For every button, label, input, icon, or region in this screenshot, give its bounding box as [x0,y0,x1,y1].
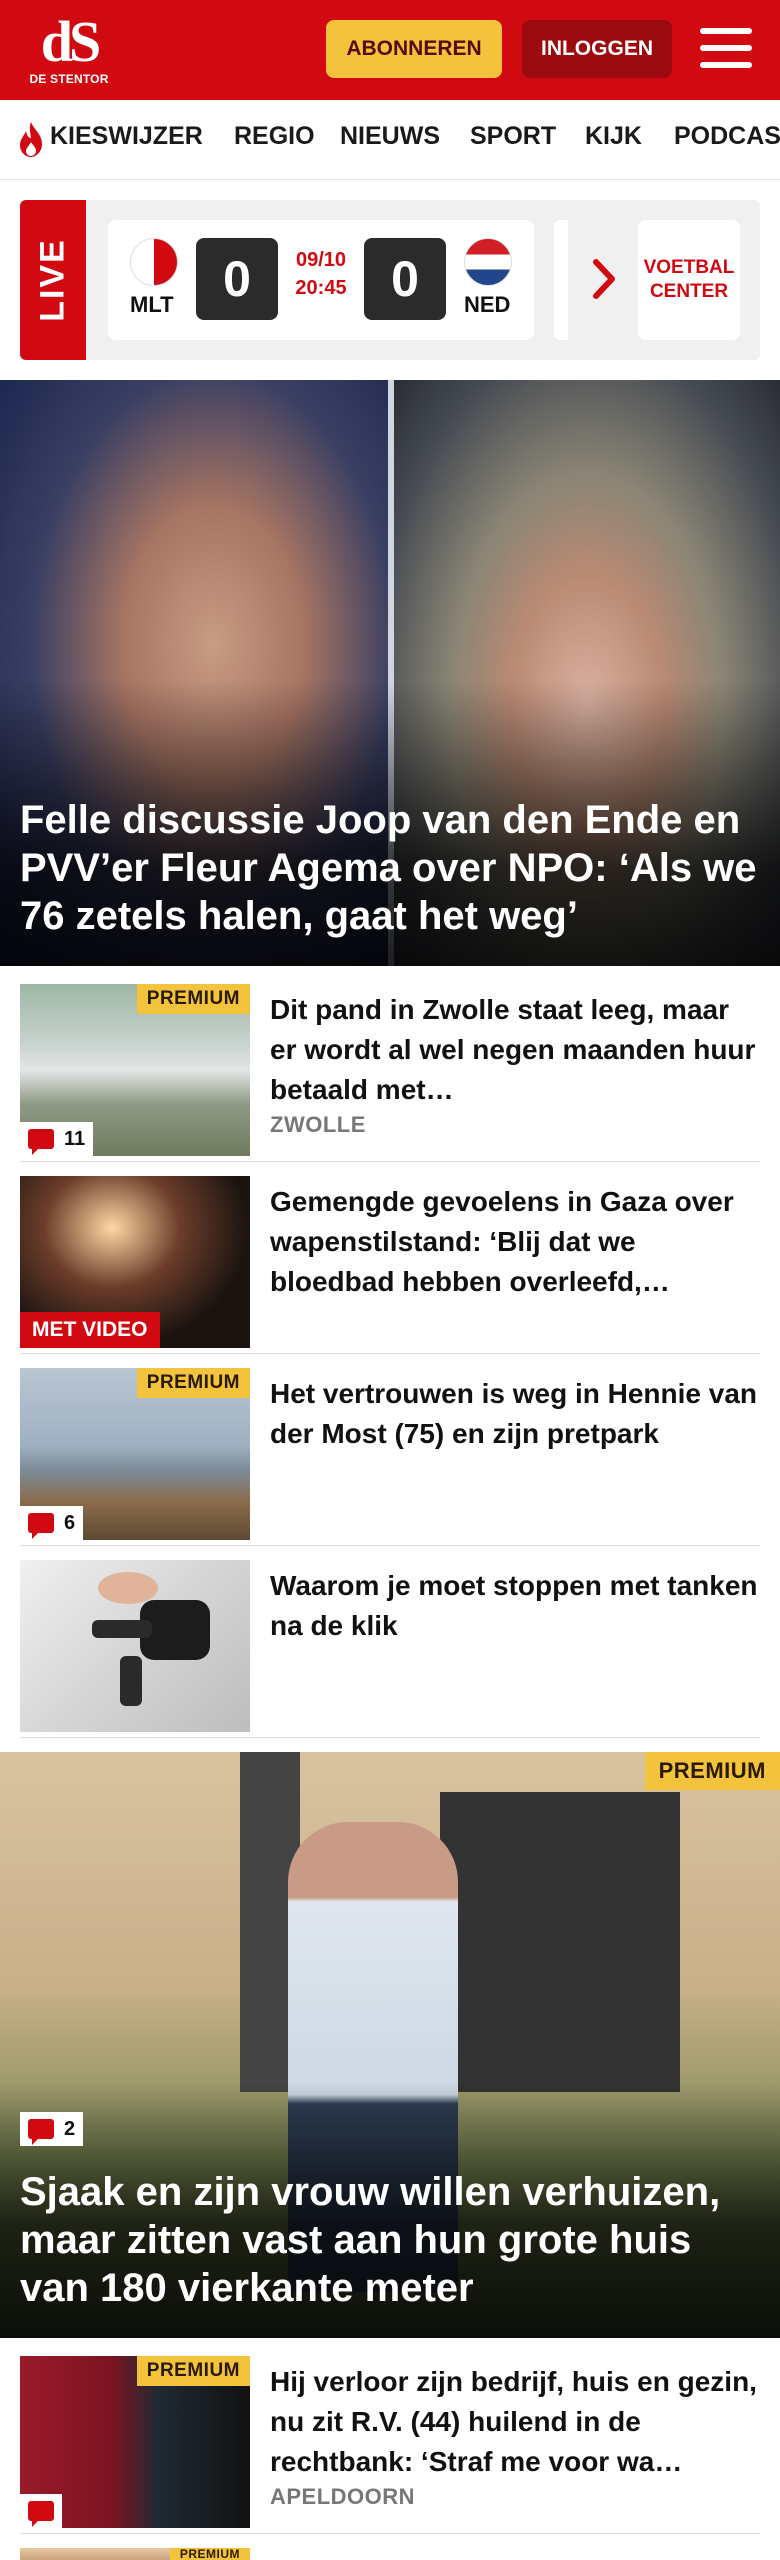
article-thumbnail[interactable] [20,1560,250,1732]
article-title[interactable]: Gemengde gevoelens in Gaza over wapensti… [270,1182,758,1302]
voetbal-center-button[interactable]: VOETBAL CENTER [638,220,740,340]
feature-title[interactable]: Sjaak en zijn vrouw willen verhuizen, ma… [20,2168,760,2312]
next-match-card[interactable] [554,220,568,340]
comment-count-value: 2 [64,2117,76,2140]
nav-item-kieswijzer[interactable]: KIESWIJZER [50,122,203,151]
feature-article[interactable]: PREMIUM 2 Sjaak en zijn vrouw willen ver… [0,1752,780,2338]
article-title[interactable]: Waarom je moet stoppen met tanken na de … [270,1566,758,1646]
comment-count[interactable]: 2 [20,2112,84,2146]
nav-item-sport[interactable]: SPORT [470,122,556,151]
list-item[interactable]: MET VIDEO Gemengde gevoelens in Gaza ove… [20,1176,760,1354]
premium-badge: PREMIUM [644,1752,780,1790]
comment-icon [28,1513,54,1539]
comment-count-value: 6 [64,1511,76,1534]
hero-article[interactable]: Felle discussie Joop van den Ende en PVV… [0,380,780,966]
list-item[interactable]: PREMIUM Hij verloor zijn bedrijf, huis e… [20,2356,760,2534]
premium-badge: PREMIUM [136,2356,250,2386]
login-button[interactable]: INLOGGEN [522,20,672,78]
away-score: 0 [364,238,446,320]
nav-item-nieuws[interactable]: NIEUWS [340,122,440,151]
home-team-code: MLT [130,292,174,317]
site-logo[interactable]: dS DE STENTOR [28,12,110,92]
malta-flag-icon [130,238,178,286]
hero-title[interactable]: Felle discussie Joop van den Ende en PVV… [20,796,760,940]
article-thumbnail[interactable]: PREMIUM 6 [20,1368,250,1540]
flame-icon [20,122,42,157]
list-item[interactable]: PREMIUM 6 Het vertrouwen is weg in Henni… [20,1368,760,1546]
subscribe-button[interactable]: ABONNEREN [326,20,502,78]
menu-icon[interactable] [700,24,752,72]
chevron-right-icon[interactable] [590,254,620,304]
match-card[interactable]: MLT 0 09/10 20:45 0 NED [108,220,534,340]
fuel-nozzle-icon [92,1572,210,1706]
comment-count-value: 11 [64,1127,86,1150]
comment-count[interactable]: 11 [20,1122,94,1156]
nav-item-podcasts[interactable]: PODCAS [674,122,780,151]
premium-badge: PREMIUM [136,1368,250,1398]
logo-subtitle: DE STENTOR [29,72,109,86]
list-item[interactable]: PREMIUM [20,2548,760,2560]
voetbal-center-line2: CENTER [649,281,729,302]
netherlands-flag-icon [464,238,512,286]
comment-count[interactable] [20,2494,62,2528]
premium-badge: PREMIUM [136,984,250,1014]
list-item[interactable]: PREMIUM 11 Dit pand in Zwolle staat leeg… [20,984,760,1162]
article-title[interactable]: Dit pand in Zwolle staat leeg, maar er w… [270,990,758,1110]
match-date: 09/10 [295,249,347,271]
live-label: LIVE [33,238,72,322]
article-thumbnail[interactable]: PREMIUM 11 [20,984,250,1156]
comment-icon [28,2501,54,2527]
article-region-tag: APELDOORN [270,2484,416,2509]
premium-badge: PREMIUM [169,2548,250,2560]
voetbal-center-line1: VOETBAL [643,257,735,278]
nav-item-regio[interactable]: REGIO [234,122,315,151]
nav-item-kijk[interactable]: KIJK [585,122,642,151]
live-scores-widget: LIVE MLT 0 09/10 20:45 0 NED VOETBAL CEN… [20,200,760,360]
home-score: 0 [196,238,278,320]
video-badge: MET VIDEO [20,1312,160,1348]
article-thumbnail[interactable]: PREMIUM [20,2548,250,2560]
comment-icon [28,2119,54,2145]
away-team-code: NED [464,292,511,317]
article-region-tag: ZWOLLE [270,1112,366,1137]
list-item[interactable]: Waarom je moet stoppen met tanken na de … [20,1560,760,1738]
main-nav: KIESWIJZER REGIO NIEUWS SPORT KIJK PODCA… [0,100,780,180]
top-header: dS DE STENTOR ABONNEREN INLOGGEN [0,0,780,100]
comment-icon [28,1129,54,1155]
feature-image-window [440,1792,680,2092]
article-title[interactable]: Hij verloor zijn bedrijf, huis en gezin,… [270,2362,758,2482]
match-datetime: 09/10 20:45 [284,246,358,302]
match-time: 20:45 [295,277,347,299]
live-tag: LIVE [20,200,86,360]
article-thumbnail[interactable]: PREMIUM [20,2356,250,2528]
logo-mark: dS [40,9,102,74]
article-title[interactable]: Het vertrouwen is weg in Hennie van der … [270,1374,758,1454]
article-thumbnail[interactable]: MET VIDEO [20,1176,250,1348]
comment-count[interactable]: 6 [20,1506,84,1540]
